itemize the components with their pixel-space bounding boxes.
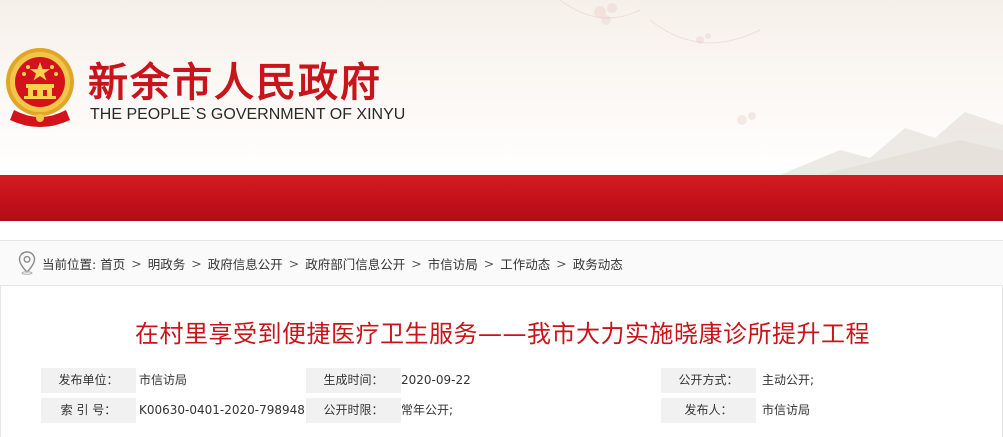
breadcrumb: 当前位置: 首页 > 明政务 > 政府信息公开 > 政府部门信息公开 > 市信访…	[0, 240, 1003, 286]
breadcrumb-item-department-disclosure[interactable]: 政府部门信息公开	[305, 254, 405, 273]
created-time-label: 生成时间：	[306, 368, 401, 393]
breadcrumb-item-affairs-news[interactable]: 政务动态	[573, 254, 623, 273]
navigation-band	[0, 175, 1003, 221]
site-header: 新余市人民政府 THE PEOPLE`S GOVERNMENT OF XINYU	[0, 0, 1003, 175]
index-number-label: 索 引 号：	[41, 398, 136, 423]
location-pin-icon	[18, 251, 36, 275]
article-content: 在村里享受到便捷医疗卫生服务——我市大力实施晓康诊所提升工程 发布单位： 市信访…	[0, 286, 1003, 437]
article-title: 在村里享受到便捷医疗卫生服务——我市大力实施晓康诊所提升工程	[135, 320, 870, 348]
breadcrumb-separator: >	[556, 255, 567, 271]
disclosure-method-value: 主动公开;	[756, 368, 963, 393]
metadata-row: 索 引 号： K00630-0401-2020-798948 公开时限： 常年公…	[41, 398, 963, 423]
metadata-row: 发布单位： 市信访局 生成时间： 2020-09-22 公开方式： 主动公开;	[41, 368, 963, 393]
breadcrumb-separator: >	[191, 255, 202, 271]
breadcrumb-item-home[interactable]: 首页	[100, 254, 125, 273]
disclosure-period-label: 公开时限：	[306, 398, 401, 423]
breadcrumb-trail: 当前位置: 首页 > 明政务 > 政府信息公开 > 政府部门信息公开 > 市信访…	[42, 254, 623, 273]
breadcrumb-item-government-affairs[interactable]: 明政务	[148, 254, 186, 273]
disclosure-period-value: 常年公开;	[401, 398, 661, 423]
issuer-value: 市信访局	[756, 398, 963, 423]
created-time-value: 2020-09-22	[401, 368, 661, 393]
disclosure-method-label: 公开方式：	[661, 368, 756, 393]
site-title[interactable]: 新余市人民政府	[88, 50, 382, 108]
breadcrumb-item-info-disclosure[interactable]: 政府信息公开	[208, 254, 283, 273]
breadcrumb-prefix: 当前位置:	[42, 256, 97, 272]
breadcrumb-item-petition-bureau[interactable]: 市信访局	[428, 254, 478, 273]
breadcrumb-item-work-news[interactable]: 工作动态	[500, 254, 550, 273]
breadcrumb-separator: >	[483, 255, 495, 271]
national-emblem-icon	[6, 48, 74, 127]
site-subtitle: THE PEOPLE`S GOVERNMENT OF XINYU	[90, 106, 406, 123]
article-metadata-table: 发布单位： 市信访局 生成时间： 2020-09-22 公开方式： 主动公开; …	[41, 368, 963, 428]
publisher-label: 发布单位：	[41, 368, 136, 393]
issuer-label: 发布人：	[661, 398, 756, 423]
breadcrumb-separator: >	[288, 255, 300, 271]
index-number-value: K00630-0401-2020-798948	[136, 398, 306, 423]
publisher-value: 市信访局	[136, 368, 306, 393]
breadcrumb-separator: >	[411, 255, 422, 271]
breadcrumb-separator: >	[131, 255, 142, 271]
